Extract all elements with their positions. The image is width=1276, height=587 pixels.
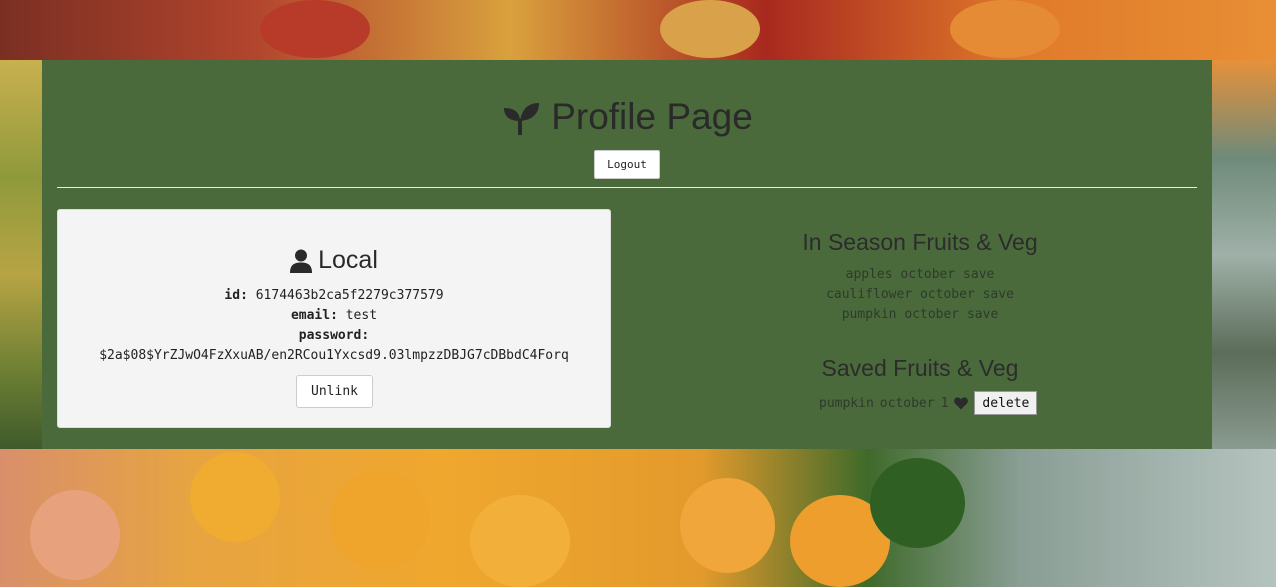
local-card-title-text: Local xyxy=(318,246,378,274)
saved-item: pumpkin october 1 delete xyxy=(819,391,1038,415)
background-fruit xyxy=(260,0,370,58)
background-fruit xyxy=(680,478,775,573)
delete-button[interactable]: delete xyxy=(974,391,1038,415)
in-season-item-name: cauliflower xyxy=(826,287,913,302)
background-right-pineapples xyxy=(1212,60,1276,450)
saved-item-month: october xyxy=(879,395,935,411)
saved-item-name: pumpkin xyxy=(819,395,874,411)
in-season-item: apples october save xyxy=(640,267,1200,282)
unlink-button[interactable]: Unlink xyxy=(296,375,373,408)
email-label: email: xyxy=(290,308,338,323)
in-season-title: In Season Fruits & Veg xyxy=(802,229,1038,255)
background-fruit xyxy=(870,458,965,548)
id-row: id: 6174463b2ca5f2279c377579 xyxy=(58,288,610,303)
local-card-title: Local xyxy=(58,246,610,275)
background-left-pears xyxy=(0,60,42,450)
background-fruit xyxy=(950,0,1060,58)
background-top-fruits xyxy=(0,0,1276,60)
saved-item-count: 1 xyxy=(940,395,949,411)
save-link[interactable]: save xyxy=(967,307,998,322)
background-bottom-citrus xyxy=(0,449,1276,587)
header-divider xyxy=(57,187,1197,188)
background-fruit xyxy=(30,490,120,580)
email-row: email: test xyxy=(58,308,610,323)
password-value-row: $2a$08$YrZJwO4FzXxuAB/en2RCou1Yxcsd9.03l… xyxy=(58,348,610,363)
background-fruit xyxy=(470,495,570,587)
page-title: Profile Page xyxy=(501,96,753,138)
local-account-card: Local id: 6174463b2ca5f2279c377579 email… xyxy=(57,209,611,428)
profile-panel: Profile Page Logout Local id: 6174463b2c… xyxy=(42,60,1212,449)
save-link[interactable]: save xyxy=(963,267,994,282)
in-season-item: pumpkin october save xyxy=(640,307,1200,322)
password-value: $2a$08$YrZJwO4FzXxuAB/en2RCou1Yxcsd9.03l… xyxy=(99,348,569,363)
in-season-item-month: october xyxy=(919,287,975,302)
user-icon xyxy=(290,249,313,273)
saved-title: Saved Fruits & Veg xyxy=(821,355,1019,381)
seedling-icon xyxy=(504,103,540,135)
in-season-item-name: apples xyxy=(845,267,893,282)
email-value: test xyxy=(345,308,378,323)
save-link[interactable]: save xyxy=(983,287,1014,302)
title-row: Profile Page xyxy=(42,96,1212,140)
in-season-item-name: pumpkin xyxy=(841,307,897,322)
id-label: id: xyxy=(224,288,248,303)
in-season-item-month: october xyxy=(900,267,956,282)
password-label: password: xyxy=(298,328,370,343)
background-fruit xyxy=(660,0,760,58)
in-season-item-month: october xyxy=(904,307,960,322)
background-fruit xyxy=(330,470,430,570)
password-label-row: password: xyxy=(58,328,610,343)
background-fruit xyxy=(190,452,280,542)
in-season-item: cauliflower october save xyxy=(640,287,1200,302)
heart-icon[interactable] xyxy=(954,396,969,410)
logout-button[interactable]: Logout xyxy=(594,150,660,179)
id-value: 6174463b2ca5f2279c377579 xyxy=(255,288,444,303)
page-title-text: Profile Page xyxy=(551,96,753,137)
